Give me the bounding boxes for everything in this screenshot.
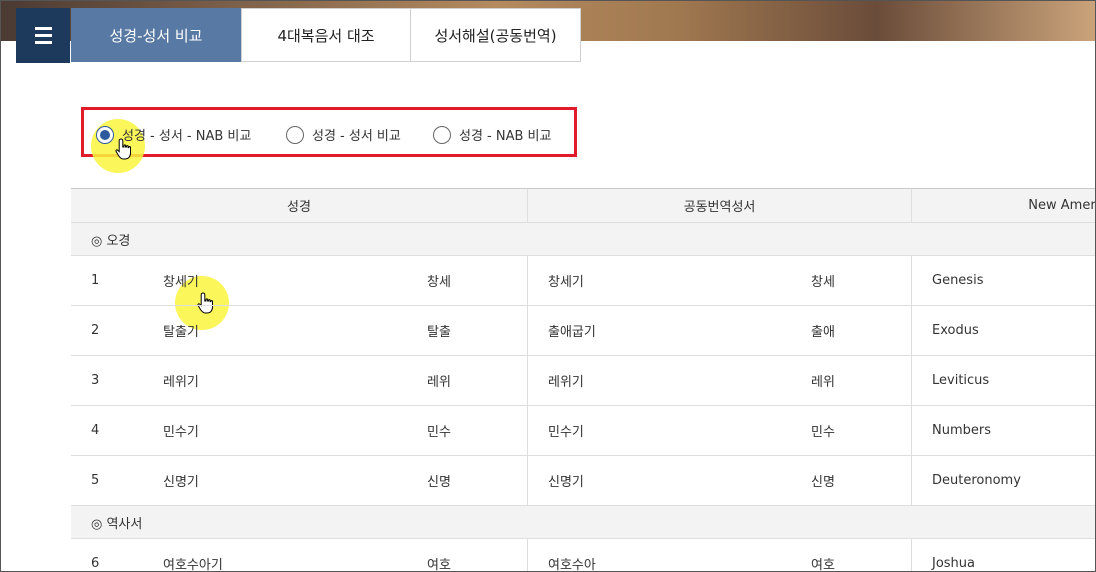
hamburger-menu-icon (34, 27, 52, 44)
row-number: 5 (91, 473, 100, 488)
nab-book-name: Leviticus (932, 373, 990, 388)
gongdong-book-name: 레위기 (548, 375, 584, 390)
row-number: 4 (91, 423, 100, 438)
tab-bible-compare[interactable]: 성경-성서 비교 (71, 8, 241, 62)
gongdong-book-abbr: 레위 (811, 375, 835, 390)
page-frame: 성경-성서 비교 4대복음서 대조 성서해설(공동번역) 성경 - 성서 - N… (0, 0, 1096, 572)
table-row[interactable]: 1 창세기 창세 창세기 창세 Genesis (71, 256, 1095, 306)
radio-label: 성경 - 성서 - NAB 비교 (122, 129, 252, 144)
tab-four-gospels[interactable]: 4대복음서 대조 (241, 8, 411, 62)
section-header: ◎ 역사서 (71, 506, 1095, 539)
radio-option-bible-seongseo[interactable]: 성경 - 성서 비교 (286, 125, 401, 144)
gongdong-book-name: 출애굽기 (548, 325, 596, 340)
row-number: 1 (91, 273, 100, 288)
gongdong-book-abbr: 창세 (811, 275, 835, 290)
row-number: 3 (91, 373, 100, 388)
menu-button[interactable] (16, 8, 70, 63)
nab-book-name: Exodus (932, 323, 979, 338)
bible-book-name: 창세기 (163, 275, 199, 290)
radio-label: 성경 - 성서 비교 (312, 129, 401, 144)
radio-option-bible-nab[interactable]: 성경 - NAB 비교 (433, 125, 551, 144)
table-row[interactable]: 6 여호수아기 여호 여호수아 여호 Joshua (71, 539, 1095, 572)
gongdong-book-abbr: 신명 (811, 475, 835, 490)
bible-book-abbr: 민수 (427, 425, 451, 440)
table-row[interactable]: 3 레위기 레위 레위기 레위 Leviticus (71, 356, 1095, 406)
bible-book-abbr: 탈출 (427, 325, 451, 340)
header-nab: New Amer (911, 189, 1095, 222)
row-number: 6 (91, 556, 100, 571)
radio-unselected-icon[interactable] (286, 125, 304, 144)
gongdong-book-name: 여호수아 (548, 558, 596, 572)
hand-pointer-icon (115, 138, 131, 160)
bible-book-abbr: 신명 (427, 475, 451, 490)
gongdong-book-name: 민수기 (548, 425, 584, 440)
nab-book-name: Joshua (932, 556, 976, 571)
bible-book-name: 신명기 (163, 475, 199, 490)
bible-book-abbr: 창세 (427, 275, 451, 290)
gongdong-book-abbr: 여호 (811, 558, 835, 572)
table-row[interactable]: 4 민수기 민수 민수기 민수 Numbers (71, 406, 1095, 456)
nab-book-name: Genesis (932, 273, 984, 288)
bible-book-name: 레위기 (163, 375, 199, 390)
radio-label: 성경 - NAB 비교 (459, 129, 552, 144)
nab-book-name: Numbers (932, 423, 991, 438)
radio-selected-icon[interactable] (96, 125, 114, 144)
bible-book-name: 여호수아기 (163, 558, 223, 572)
section-header: ◎ 오경 (71, 223, 1095, 256)
tab-label: 4대복음서 대조 (277, 26, 375, 45)
table-header: 성경 공동번역성서 New Amer (71, 188, 1095, 223)
row-number: 2 (91, 323, 100, 338)
header-gongdong: 공동번역성서 (527, 189, 911, 222)
bible-book-abbr: 여호 (427, 558, 451, 572)
bible-book-name: 탈출기 (163, 325, 199, 340)
gongdong-book-name: 신명기 (548, 475, 584, 490)
nab-book-name: Deuteronomy (932, 473, 1021, 488)
header-seonggyeong: 성경 (287, 200, 311, 215)
tab-label: 성서해설(공동번역) (434, 26, 557, 45)
bible-compare-table: 성경 공동번역성서 New Amer ◎ 오경 1 창세기 창세 창세기 창세 Genesi… (71, 188, 1095, 572)
table-row[interactable]: 5 신명기 신명 신명기 신명 Deuteronomy (71, 456, 1095, 506)
gongdong-book-abbr: 출애 (811, 325, 835, 340)
gongdong-book-name: 창세기 (548, 275, 584, 290)
tab-label: 성경-성서 비교 (109, 26, 203, 45)
gongdong-book-abbr: 민수 (811, 425, 835, 440)
tab-commentary[interactable]: 성서해설(공동번역) (410, 8, 581, 62)
table-row[interactable]: 2 탈출기 탈출 출애굽기 출애 Exodus (71, 306, 1095, 356)
bible-book-abbr: 레위 (427, 375, 451, 390)
radio-unselected-icon[interactable] (433, 125, 451, 144)
bible-book-name: 민수기 (163, 425, 199, 440)
